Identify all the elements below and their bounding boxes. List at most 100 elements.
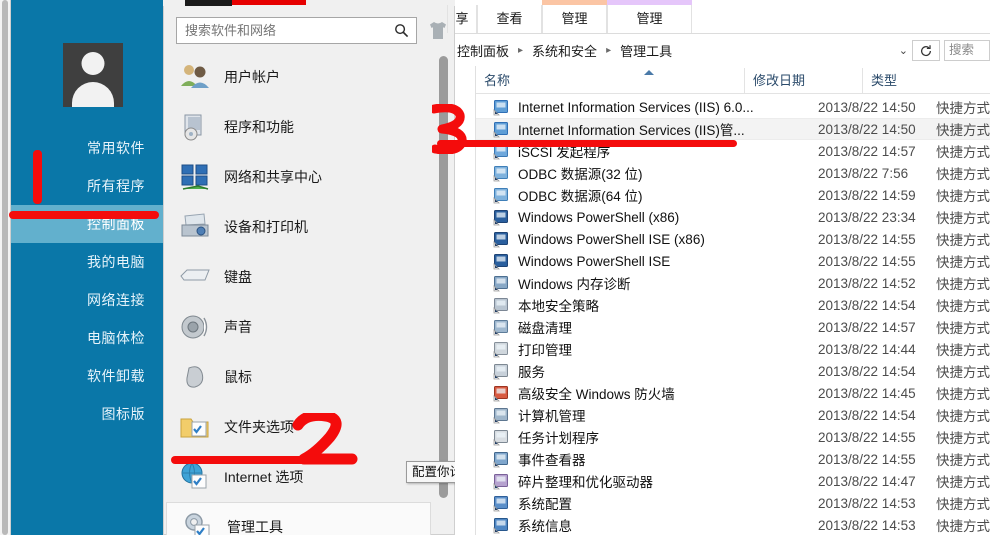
control-panel-item-label: 管理工具 <box>227 519 283 535</box>
annotation-top-red-bar <box>232 0 306 5</box>
task-scheduler-icon <box>493 429 508 445</box>
launcher-nav-item-2[interactable]: 控制面板 <box>11 205 163 243</box>
system-config-icon <box>493 495 510 512</box>
mouse-icon <box>178 360 212 394</box>
firewall-icon <box>493 385 510 402</box>
refresh-button[interactable] <box>912 40 940 61</box>
file-name: 磁盘清理 <box>518 321 572 336</box>
table-row[interactable]: 任务计划程序 2013/8/22 14:55 快捷方式 <box>476 426 990 448</box>
users-icon <box>178 60 212 94</box>
search-icon[interactable] <box>394 23 409 38</box>
launcher-nav-item-6[interactable]: 软件卸载 <box>11 357 163 395</box>
explorer-window: 享查看 管理 管理 控制面板 ▸ 系统和安全 ▸ 管理工具 ⌄ 搜索 名称 修改日期 类型 In… <box>447 0 990 535</box>
file-name: Windows 内存诊断 <box>518 277 631 292</box>
table-row[interactable]: Internet Information Services (IIS) 6.0.… <box>476 96 990 118</box>
avatar[interactable] <box>63 43 123 107</box>
flyout-scrollbar[interactable] <box>439 56 448 511</box>
control-panel-item[interactable]: 管理工具 <box>166 502 431 535</box>
column-header-0[interactable]: 名称 <box>476 68 744 93</box>
internet-options-icon <box>178 460 212 494</box>
file-type: 快捷方式 <box>936 453 990 468</box>
table-row[interactable]: iSCSI 发起程序 2013/8/22 14:57 快捷方式 <box>476 140 990 162</box>
ribbon-tab-0[interactable]: 享 <box>447 5 477 33</box>
control-panel-item[interactable]: 键盘 <box>164 252 456 302</box>
launcher-nav-item-1[interactable]: 所有程序 <box>11 167 163 205</box>
file-type: 快捷方式 <box>936 497 990 512</box>
table-row[interactable]: ODBC 数据源(32 位) 2013/8/22 7:56 快捷方式 <box>476 162 990 184</box>
table-row[interactable]: Internet Information Services (IIS)管... 2… <box>476 118 990 140</box>
table-row[interactable]: Windows 内存诊断 2013/8/22 14:52 快捷方式 <box>476 272 990 294</box>
breadcrumb[interactable]: 控制面板 ▸ 系统和安全 ▸ 管理工具 <box>455 38 674 62</box>
search-box[interactable] <box>176 17 417 44</box>
file-name: 本地安全策略 <box>518 299 599 314</box>
control-panel-item[interactable]: 用户帐户 <box>164 52 456 102</box>
file-type: 快捷方式 <box>936 167 990 182</box>
explorer-search-input[interactable]: 搜索 <box>944 40 990 61</box>
table-row[interactable]: ODBC 数据源(64 位) 2013/8/22 14:59 快捷方式 <box>476 184 990 206</box>
file-type: 快捷方式 <box>936 145 990 160</box>
table-row[interactable]: 碎片整理和优化驱动器 2013/8/22 14:47 快捷方式 <box>476 470 990 492</box>
powershell-shortcut-icon <box>493 209 510 226</box>
control-panel-item-label: 网络和共享中心 <box>224 169 322 185</box>
file-type: 快捷方式 <box>936 211 990 226</box>
file-date: 2013/8/22 14:53 <box>818 517 916 533</box>
breadcrumb-item-1[interactable]: 系统和安全 <box>530 41 599 60</box>
launcher-nav-item-0[interactable]: 常用软件 <box>11 129 163 167</box>
file-date: 2013/8/22 14:47 <box>818 473 916 489</box>
breadcrumb-separator: ▸ <box>518 44 524 56</box>
control-panel-item[interactable]: 网络和共享中心 <box>164 152 456 202</box>
file-date: 2013/8/22 14:54 <box>818 297 916 313</box>
outer-scrollbar-thumb[interactable] <box>2 0 8 535</box>
control-panel-item[interactable]: 设备和打印机 <box>164 202 456 252</box>
tshirt-icon[interactable] <box>428 21 448 40</box>
defrag-icon <box>493 473 508 489</box>
table-row[interactable]: 打印管理 2013/8/22 14:44 快捷方式 <box>476 338 990 360</box>
breadcrumb-item-0[interactable]: 控制面板 <box>455 41 511 60</box>
table-row[interactable]: Windows PowerShell (x86) 2013/8/22 23:34 快… <box>476 206 990 228</box>
file-date: 2013/8/22 14:55 <box>818 429 916 445</box>
table-row[interactable]: Windows PowerShell ISE (x86) 2013/8/22 14… <box>476 228 990 250</box>
keyboard-icon <box>180 269 210 281</box>
control-panel-item[interactable]: 程序和功能 <box>164 102 456 152</box>
control-panel-item-label: Internet 选项 <box>224 469 304 485</box>
control-panel-item[interactable]: 声音 <box>164 302 456 352</box>
avatar-body-shape <box>72 82 114 107</box>
table-row[interactable]: Windows PowerShell ISE 2013/8/22 14:55 快捷方… <box>476 250 990 272</box>
network-icon <box>181 164 209 190</box>
system-info-icon <box>493 517 508 533</box>
control-panel-item[interactable]: 鼠标 <box>164 352 456 402</box>
table-row[interactable]: 本地安全策略 2013/8/22 14:54 快捷方式 <box>476 294 990 316</box>
launcher-nav-item-3[interactable]: 我的电脑 <box>11 243 163 281</box>
keyboard-icon <box>178 260 212 294</box>
column-header-1[interactable]: 修改日期 <box>744 68 862 93</box>
file-name: ODBC 数据源(64 位) <box>518 189 643 204</box>
column-header-2[interactable]: 类型 <box>862 68 990 93</box>
launcher-nav-item-7[interactable]: 图标版 <box>11 395 163 433</box>
address-bar[interactable]: 控制面板 ▸ 系统和安全 ▸ 管理工具 ⌄ 搜索 <box>455 35 990 65</box>
launcher-nav-item-4[interactable]: 网络连接 <box>11 281 163 319</box>
flyout-search-row <box>164 14 456 48</box>
launcher-nav-item-5[interactable]: 电脑体检 <box>11 319 163 357</box>
firewall-icon <box>493 385 508 401</box>
table-row[interactable]: 高级安全 Windows 防火墙 2013/8/22 14:45 快捷方式 <box>476 382 990 404</box>
control-panel-item[interactable]: 文件夹选项 <box>164 402 456 452</box>
control-panel-item-label: 文件夹选项 <box>224 419 294 435</box>
table-row[interactable]: 服务 2013/8/22 14:54 快捷方式 <box>476 360 990 382</box>
search-input[interactable] <box>185 18 385 43</box>
table-row[interactable]: 磁盘清理 2013/8/22 14:57 快捷方式 <box>476 316 990 338</box>
file-name: 高级安全 Windows 防火墙 <box>518 387 675 402</box>
odbc-shortcut-icon <box>493 187 510 204</box>
table-row[interactable]: 系统信息 2013/8/22 14:53 快捷方式 <box>476 514 990 535</box>
computer-management-icon <box>493 407 510 424</box>
ribbon-tab-2[interactable]: 管理 <box>542 5 607 33</box>
file-type: 快捷方式 <box>936 365 990 380</box>
ribbon-tab-1[interactable]: 查看 <box>477 5 542 33</box>
table-row[interactable]: 事件查看器 2013/8/22 14:55 快捷方式 <box>476 448 990 470</box>
table-row[interactable]: 计算机管理 2013/8/22 14:54 快捷方式 <box>476 404 990 426</box>
event-viewer-icon <box>493 451 510 468</box>
chevron-down-icon[interactable]: ⌄ <box>899 44 908 57</box>
breadcrumb-item-2[interactable]: 管理工具 <box>618 41 674 60</box>
table-row[interactable]: 系统配置 2013/8/22 14:53 快捷方式 <box>476 492 990 514</box>
ribbon-tab-3[interactable]: 管理 <box>607 5 692 33</box>
flyout-scrollbar-thumb[interactable] <box>439 56 448 498</box>
